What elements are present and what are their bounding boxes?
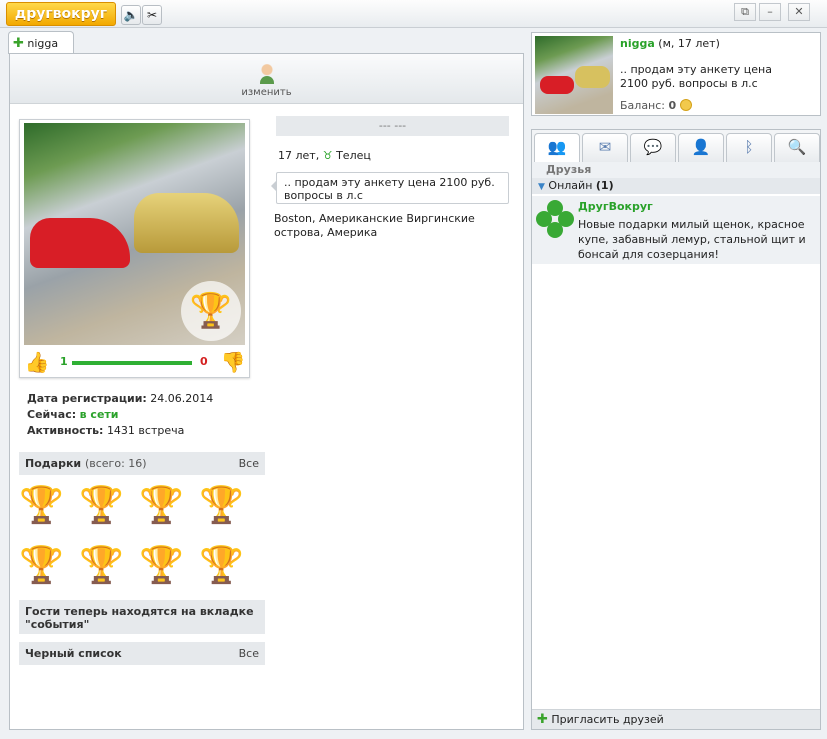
expand-triangle-icon: ▼: [538, 182, 545, 192]
balance-label: Баланс:: [620, 99, 666, 112]
thumb-up-icon[interactable]: 👍: [24, 349, 50, 375]
coin-icon: [679, 99, 692, 111]
dislikes-count: 0: [200, 355, 208, 368]
search-icon[interactable]: 🔍: [774, 133, 820, 162]
restore-button[interactable]: ⧉: [734, 3, 756, 21]
activity-value: 1431 встреча: [106, 424, 185, 437]
gift-trophy-icon[interactable]: 🏆: [79, 542, 124, 592]
plus-icon: ✚: [537, 712, 548, 727]
zodiac-value: Телец: [336, 149, 371, 162]
taurus-icon: ♉: [322, 149, 333, 162]
edit-label: изменить: [241, 87, 292, 98]
user-name: nigga (м, 17 лет): [620, 37, 720, 50]
user-balance: Баланс: 0: [620, 99, 692, 112]
bluetooth-icon[interactable]: ᛒ: [726, 133, 772, 162]
tab-label: nigga: [27, 37, 59, 50]
gift-trophy-icon[interactable]: 🏆: [139, 542, 184, 592]
tab-profile[interactable]: ✚ nigga ✕: [8, 31, 74, 68]
user-edit-icon: [256, 62, 277, 84]
photo-car-gold: [134, 193, 239, 253]
mail-icon[interactable]: ✉: [582, 133, 628, 162]
edit-profile-button[interactable]: изменить: [10, 54, 523, 104]
friends-panel: 👥 ✉ 💬 👤 ᛒ 🔍 Друзья ▼ Онлайн (1) ДругВокр…: [531, 129, 821, 730]
profile-name: --- ---: [276, 116, 509, 136]
avatar-car-red: [540, 76, 574, 94]
user-name-value[interactable]: nigga: [620, 37, 655, 50]
profile-status: .. продам эту анкету цена 2100 руб. вопр…: [271, 172, 509, 204]
friend-item[interactable]: ДругВокруг Новые подарки милый щенок, кр…: [532, 196, 820, 264]
friend-name: ДругВокруг: [578, 200, 653, 213]
age-value: 17 лет,: [278, 149, 320, 162]
profile-info: Дата регистрации: 24.06.2014 Сейчас: в с…: [27, 391, 213, 439]
blacklist-all-link[interactable]: Все: [239, 647, 259, 660]
gift-trophy-icon[interactable]: 🏆: [79, 482, 124, 532]
online-group[interactable]: ▼ Онлайн (1): [532, 178, 820, 194]
app-logo[interactable]: другвокруг: [6, 2, 116, 26]
gifts-title: Подарки: [25, 457, 82, 470]
rating-bar: 👍 1 0 👎: [20, 349, 249, 377]
close-button[interactable]: ✕: [788, 3, 810, 21]
guests-notice: Гости теперь находятся на вкладке "событ…: [19, 600, 265, 634]
gifts-count: (всего: 16): [84, 457, 147, 470]
gift-trophy-icon[interactable]: 🏆: [199, 542, 244, 592]
activity-label: Активность:: [27, 424, 104, 437]
registration-label: Дата регистрации:: [27, 392, 147, 405]
profile-photo[interactable]: 🏆: [24, 123, 245, 345]
gift-trophy-icon[interactable]: 🏆: [139, 482, 184, 532]
thumb-down-icon[interactable]: 👎: [220, 349, 246, 375]
minimize-button[interactable]: –: [759, 3, 781, 21]
online-label: Онлайн: [548, 179, 593, 192]
user-status: .. продам эту анкету цена 2100 руб. вопр…: [620, 63, 772, 90]
invite-friends-button[interactable]: ✚ Пригласить друзей: [532, 709, 820, 729]
online-count: (1): [595, 179, 614, 192]
user-meta: (м, 17 лет): [658, 37, 720, 50]
clover-logo-icon: [536, 200, 574, 238]
balance-value: 0: [668, 99, 677, 112]
profile-location: Boston, Американские Виргинские острова,…: [274, 212, 475, 239]
gift-trophy-icon[interactable]: 🏆: [19, 482, 64, 532]
friend-message: Новые подарки милый щенок, красное купе,…: [578, 218, 806, 261]
registration-date: 24.06.2014: [150, 392, 214, 405]
likes-count: 1: [60, 355, 68, 368]
photo-car-red: [30, 218, 130, 268]
speaker-icon[interactable]: 🔈: [121, 5, 141, 25]
people-icon[interactable]: 👤: [678, 133, 724, 162]
profile-age: 17 лет, ♉ Телец: [278, 149, 371, 162]
tools-icon[interactable]: ✂: [142, 5, 162, 25]
trophy-icon: 🏆: [181, 281, 241, 341]
avatar-car-gold: [575, 66, 610, 88]
blacklist-title: Черный список: [25, 647, 122, 660]
right-tab-bar: 👥 ✉ 💬 👤 ᛒ 🔍: [532, 130, 820, 163]
plus-icon: ✚: [13, 36, 24, 51]
friends-icon[interactable]: 👥: [534, 133, 580, 163]
gifts-all-link[interactable]: Все: [239, 457, 259, 470]
friends-title: Друзья: [532, 162, 820, 178]
current-user-box: nigga (м, 17 лет) .. продам эту анкету ц…: [531, 32, 821, 116]
gifts-header: Подарки (всего: 16) Все: [19, 452, 265, 475]
chat-icon[interactable]: 💬: [630, 133, 676, 162]
tab-bar: ✚ nigga ✕: [0, 28, 527, 68]
profile-photo-card: 🏆 👍 1 0 👎: [19, 119, 250, 378]
invite-label: Пригласить друзей: [551, 713, 664, 726]
title-bar: другвокруг 🔈 ✂ ⧉ – ✕: [0, 0, 827, 28]
online-status: в сети: [79, 408, 119, 421]
blacklist-header[interactable]: Черный список Все: [19, 642, 265, 665]
user-avatar[interactable]: [535, 36, 613, 114]
profile-panel: изменить 🏆 👍 1 0 👎 Дата регистрации: 24.…: [9, 53, 524, 730]
now-label: Сейчас:: [27, 408, 77, 421]
rating-progress: [72, 361, 192, 365]
gift-trophy-icon[interactable]: 🏆: [199, 482, 244, 532]
gift-trophy-icon[interactable]: 🏆: [19, 542, 64, 592]
